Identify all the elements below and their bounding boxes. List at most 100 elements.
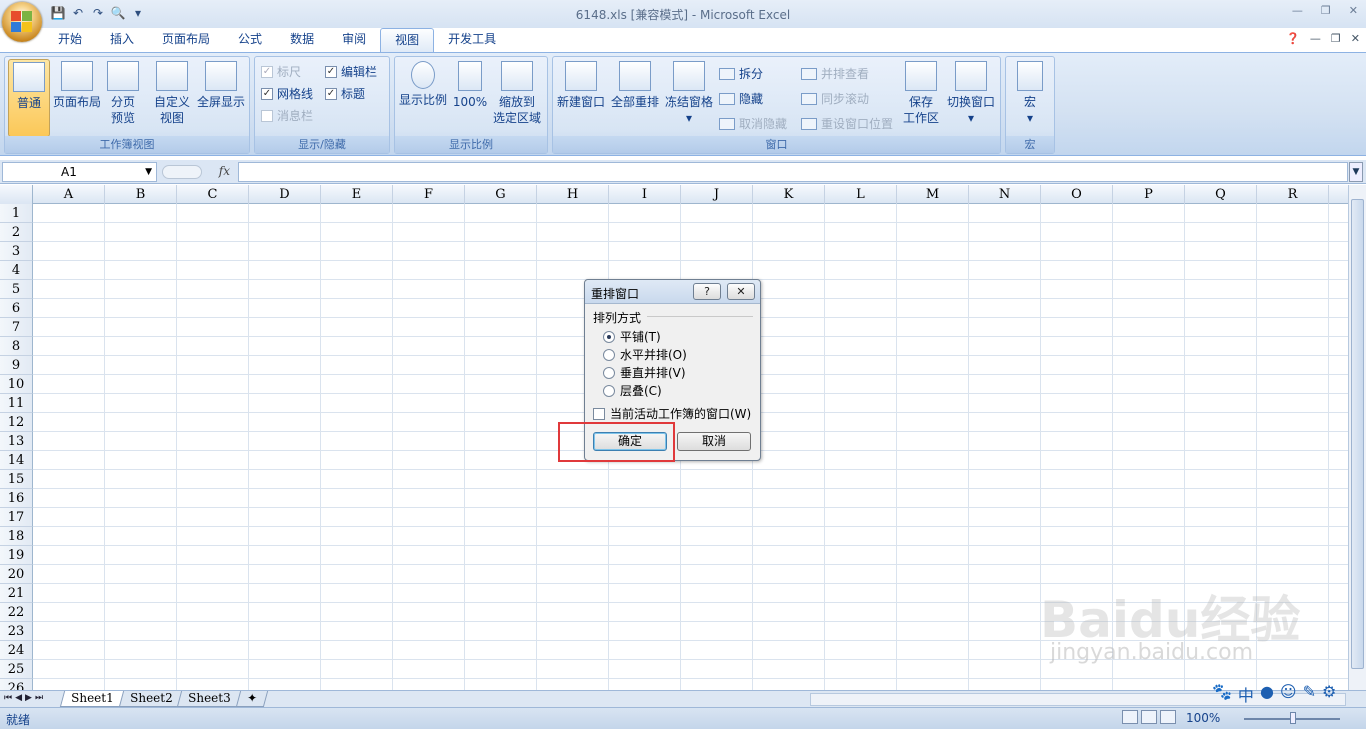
row-header[interactable]: 7 xyxy=(0,318,33,337)
freeze-panes-button[interactable]: 冻结窗格 ▾ xyxy=(663,59,715,126)
macros-button[interactable]: 宏 ▾ xyxy=(1010,59,1050,126)
row-header[interactable]: 10 xyxy=(0,375,33,394)
column-header[interactable]: I xyxy=(609,185,681,204)
column-header[interactable]: R xyxy=(1257,185,1329,204)
normal-view-shortcut-icon[interactable] xyxy=(1122,710,1138,724)
row-header[interactable]: 4 xyxy=(0,261,33,280)
zoom-100-button[interactable]: 100% xyxy=(451,59,489,110)
paw-icon[interactable]: 🐾 xyxy=(1212,682,1232,706)
row-header[interactable]: 13 xyxy=(0,432,33,451)
page-break-preview-button[interactable]: 分页 预览 xyxy=(105,59,141,126)
column-header[interactable]: H xyxy=(537,185,609,204)
hide-button[interactable]: 隐藏 xyxy=(719,90,763,107)
row-header[interactable]: 12 xyxy=(0,413,33,432)
minimize-icon[interactable]: — xyxy=(1292,4,1303,17)
vertical-scroll-thumb[interactable] xyxy=(1351,199,1364,669)
ime-chinese-icon[interactable]: 中 xyxy=(1238,682,1254,706)
help-icon[interactable]: ❓ xyxy=(1286,32,1300,45)
emoji-icon[interactable]: ☺ xyxy=(1280,682,1297,706)
ribbon-minimize-icon[interactable]: — xyxy=(1310,32,1321,45)
sheet-tab[interactable]: Sheet1 xyxy=(59,691,125,707)
formula-input[interactable] xyxy=(238,162,1348,182)
gridlines-checkbox[interactable]: ✓ 网格线 xyxy=(261,85,313,102)
row-header[interactable]: 1 xyxy=(0,204,33,223)
sheet-tab[interactable]: Sheet2 xyxy=(118,691,184,707)
column-header[interactable]: O xyxy=(1041,185,1113,204)
unhide-button[interactable]: 取消隐藏 xyxy=(719,115,787,132)
vertical-scrollbar[interactable] xyxy=(1348,185,1366,690)
side-by-side-button[interactable]: 并排查看 xyxy=(801,65,869,82)
dialog-help-button[interactable]: ? xyxy=(693,283,721,300)
switch-windows-button[interactable]: 切换窗口 ▾ xyxy=(945,59,997,126)
column-header[interactable]: F xyxy=(393,185,465,204)
select-all-corner[interactable] xyxy=(0,185,33,204)
radio-vertical[interactable]: 垂直并排(V) xyxy=(603,364,686,381)
headings-checkbox[interactable]: ✓ 标题 xyxy=(325,85,365,102)
row-header[interactable]: 16 xyxy=(0,489,33,508)
tab-home[interactable]: 开始 xyxy=(44,28,96,52)
ribbon-close-icon[interactable]: ✕ xyxy=(1351,32,1360,45)
pen-icon[interactable]: ✎ xyxy=(1303,682,1316,706)
column-header[interactable]: M xyxy=(897,185,969,204)
row-header[interactable]: 18 xyxy=(0,527,33,546)
row-header[interactable]: 11 xyxy=(0,394,33,413)
row-header[interactable]: 23 xyxy=(0,622,33,641)
column-header[interactable]: B xyxy=(105,185,177,204)
custom-views-button[interactable]: 自定义 视图 xyxy=(151,59,193,126)
office-button[interactable] xyxy=(2,2,42,42)
zoom-level[interactable]: 100% xyxy=(1186,711,1220,725)
radio-cascade[interactable]: 层叠(C) xyxy=(603,382,662,399)
new-window-button[interactable]: 新建窗口 xyxy=(555,59,607,110)
close-icon[interactable]: ✕ xyxy=(1349,4,1358,17)
tab-view[interactable]: 视图 xyxy=(380,28,435,52)
page-break-shortcut-icon[interactable] xyxy=(1160,710,1176,724)
row-header[interactable]: 26 xyxy=(0,679,33,690)
ribbon-restore-icon[interactable]: ❐ xyxy=(1331,32,1341,45)
expand-formula-bar-icon[interactable]: ▼ xyxy=(1349,162,1363,182)
column-header[interactable]: E xyxy=(321,185,393,204)
column-header[interactable]: N xyxy=(969,185,1041,204)
column-header[interactable]: Q xyxy=(1185,185,1257,204)
tab-review[interactable]: 审阅 xyxy=(328,28,380,52)
full-screen-button[interactable]: 全屏显示 xyxy=(195,59,247,110)
column-header[interactable]: P xyxy=(1113,185,1185,204)
radio-tiled[interactable]: 平铺(T) xyxy=(603,328,661,345)
tab-page-layout[interactable]: 页面布局 xyxy=(148,28,224,52)
row-header[interactable]: 6 xyxy=(0,299,33,318)
tab-formulas[interactable]: 公式 xyxy=(224,28,276,52)
sync-scroll-button[interactable]: 同步滚动 xyxy=(801,90,869,107)
row-header[interactable]: 20 xyxy=(0,565,33,584)
arrange-all-button[interactable]: 全部重排 xyxy=(609,59,661,110)
zoom-slider-knob[interactable] xyxy=(1290,712,1296,724)
row-header[interactable]: 24 xyxy=(0,641,33,660)
insert-function-icon[interactable]: fx xyxy=(219,164,230,178)
row-header[interactable]: 3 xyxy=(0,242,33,261)
tab-data[interactable]: 数据 xyxy=(276,28,328,52)
restore-icon[interactable]: ❐ xyxy=(1321,4,1331,17)
tab-developer[interactable]: 开发工具 xyxy=(434,28,510,52)
column-header[interactable]: A xyxy=(33,185,105,204)
column-header[interactable]: D xyxy=(249,185,321,204)
row-header[interactable]: 9 xyxy=(0,356,33,375)
dialog-close-button[interactable]: ✕ xyxy=(727,283,755,300)
zoom-button[interactable]: 显示比例 xyxy=(397,59,449,108)
row-header[interactable]: 19 xyxy=(0,546,33,565)
column-header[interactable]: K xyxy=(753,185,825,204)
row-header[interactable]: 5 xyxy=(0,280,33,299)
sheet-nav-buttons[interactable]: ⏮◀▶⏭ xyxy=(4,693,46,703)
split-button[interactable]: 拆分 xyxy=(719,65,763,82)
tab-insert[interactable]: 插入 xyxy=(96,28,148,52)
column-header[interactable]: J xyxy=(681,185,753,204)
row-header[interactable]: 25 xyxy=(0,660,33,679)
sheet-tab[interactable]: Sheet3 xyxy=(177,691,242,707)
message-bar-checkbox[interactable]: 消息栏 xyxy=(261,107,313,124)
formula-bar-checkbox[interactable]: ✓ 编辑栏 xyxy=(325,63,377,80)
normal-view-button[interactable]: 普通 xyxy=(8,59,50,137)
reset-window-position-button[interactable]: 重设窗口位置 xyxy=(801,115,893,132)
row-header[interactable]: 21 xyxy=(0,584,33,603)
zoom-to-selection-button[interactable]: 缩放到 选定区域 xyxy=(491,59,543,126)
cancel-button[interactable]: 取消 xyxy=(677,432,751,451)
row-header[interactable]: 22 xyxy=(0,603,33,622)
name-box[interactable]: A1 ▼ xyxy=(2,162,157,182)
settings-icon[interactable]: ⚙ xyxy=(1322,682,1336,706)
